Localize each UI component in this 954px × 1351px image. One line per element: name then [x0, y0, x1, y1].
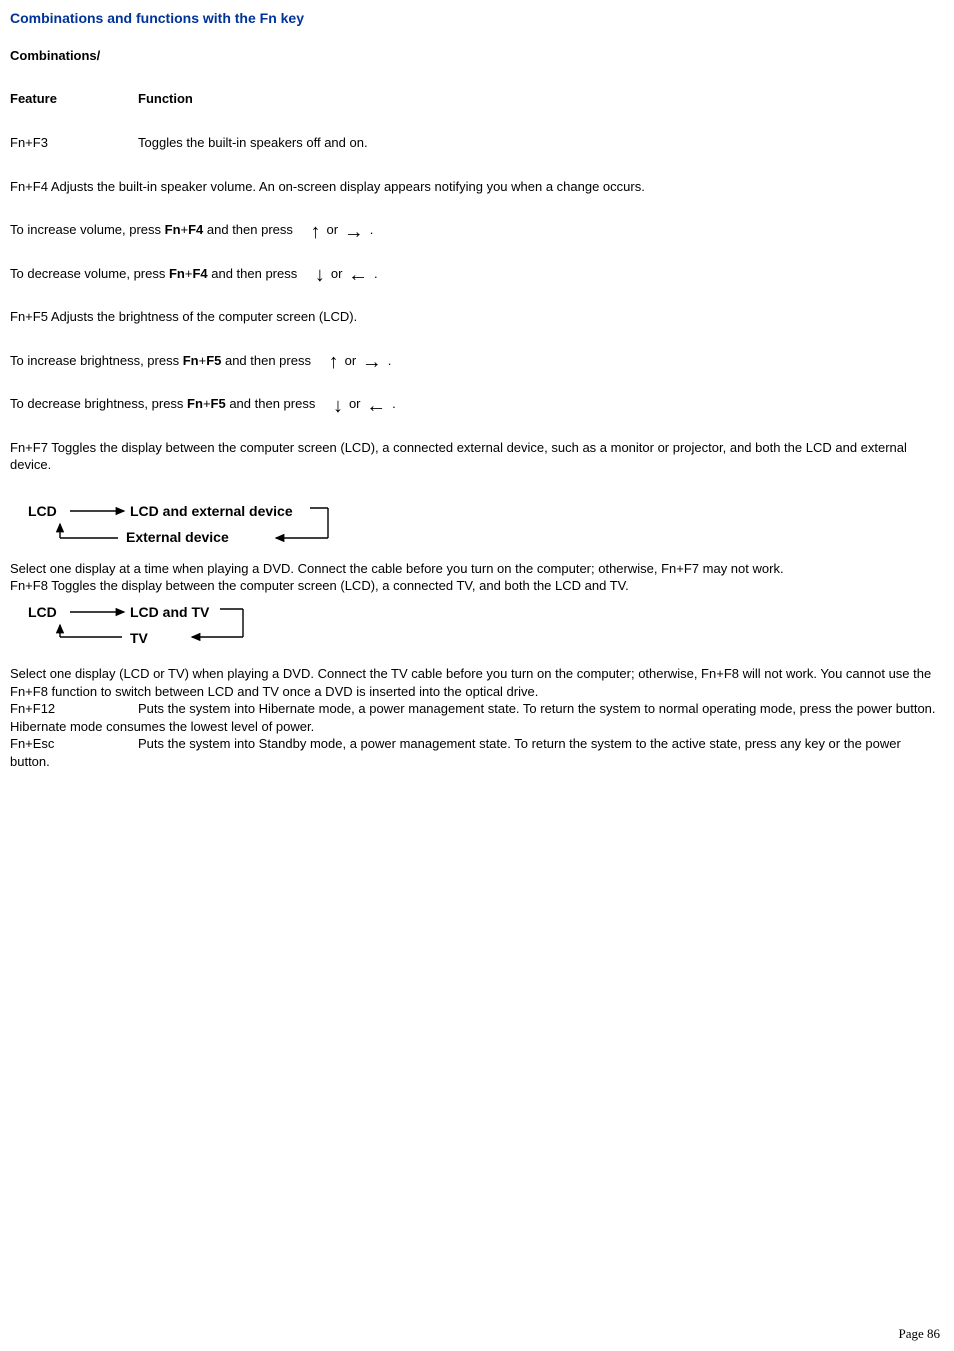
fnf7-note: Select one display at a time when playin… — [10, 560, 944, 578]
fn-key: Fn — [183, 353, 199, 368]
period: . — [392, 396, 396, 411]
function-fnesc: Puts the system into Standby mode, a pow… — [10, 736, 901, 769]
diag2-lcd-label: LCD — [28, 604, 57, 620]
feature-fnf3: Fn+F3 — [10, 134, 138, 152]
diag1-both-label: LCD and external device — [130, 503, 293, 519]
f4-key: F4 — [188, 222, 203, 237]
plus: + — [181, 222, 189, 237]
arrow-left-icon: ← — [364, 399, 392, 413]
fnf12-row: Fn+F12Puts the system into Hibernate mod… — [10, 700, 944, 735]
page-number: Page 86 — [898, 1326, 940, 1342]
column-header-function: Function — [138, 91, 193, 106]
fnf5-line: Fn+F5 Adjusts the brightness of the comp… — [10, 308, 944, 326]
fnf8-line: Fn+F8 Toggles the display between the co… — [10, 577, 944, 595]
diagram-lcd-tv: LCD LCD and TV TV — [28, 601, 288, 651]
f5-key: F5 — [211, 396, 226, 411]
period: . — [370, 222, 374, 237]
arrow-up-icon: ↑ — [315, 355, 345, 369]
page-title: Combinations and functions with the Fn k… — [10, 10, 944, 26]
plus: + — [203, 396, 211, 411]
text: and then press — [208, 266, 301, 281]
text: To decrease brightness, press — [10, 396, 187, 411]
text: To increase volume, press — [10, 222, 165, 237]
subheader-combinations: Combinations/ — [10, 48, 944, 63]
period: . — [388, 353, 392, 368]
f5-key: F5 — [206, 353, 221, 368]
fn-key: Fn — [187, 396, 203, 411]
function-fnf12: Puts the system into Hibernate mode, a p… — [10, 701, 936, 734]
fnesc-row: Fn+EscPuts the system into Standby mode,… — [10, 735, 944, 770]
fnf8-note: Select one display (LCD or TV) when play… — [10, 665, 944, 700]
or-word: or — [349, 396, 364, 411]
bri-decrease-line: To decrease brightness, press Fn+F5 and … — [10, 395, 944, 413]
diag1-ext-label: External device — [126, 529, 229, 545]
diag2-tv-label: TV — [130, 630, 149, 646]
fn-key: Fn — [169, 266, 185, 281]
feature-fnf12: Fn+F12 — [10, 700, 138, 718]
text: To increase brightness, press — [10, 353, 183, 368]
bri-increase-line: To increase brightness, press Fn+F5 and … — [10, 352, 944, 370]
f4-key: F4 — [192, 266, 207, 281]
arrow-right-icon: → — [360, 355, 388, 369]
or-word: or — [331, 266, 346, 281]
diag2-both-label: LCD and TV — [130, 604, 210, 620]
fnf7-line: Fn+F7 Toggles the display between the co… — [10, 439, 944, 474]
feature-fnesc: Fn+Esc — [10, 735, 138, 753]
arrow-left-icon: ← — [346, 268, 374, 282]
diagram-lcd-external: LCD LCD and external device External dev… — [28, 500, 358, 550]
vol-increase-line: To increase volume, press Fn+F4 and then… — [10, 221, 944, 239]
diag1-lcd-label: LCD — [28, 503, 57, 519]
vol-decrease-line: To decrease volume, press Fn+F4 and then… — [10, 265, 944, 283]
function-fnf3: Toggles the built-in speakers off and on… — [138, 134, 368, 152]
arrow-right-icon: → — [342, 225, 370, 239]
arrow-down-icon: ↓ — [319, 399, 349, 413]
arrow-down-icon: ↓ — [301, 268, 331, 282]
text: and then press — [226, 396, 319, 411]
text: To decrease volume, press — [10, 266, 169, 281]
or-word: or — [345, 353, 360, 368]
column-header-feature: Feature — [10, 91, 138, 106]
arrow-up-icon: ↑ — [297, 225, 327, 239]
fnf4-line: Fn+F4 Adjusts the built-in speaker volum… — [10, 178, 944, 196]
or-word: or — [327, 222, 342, 237]
period: . — [374, 266, 378, 281]
text: and then press — [221, 353, 314, 368]
fn-key: Fn — [165, 222, 181, 237]
text: and then press — [203, 222, 296, 237]
